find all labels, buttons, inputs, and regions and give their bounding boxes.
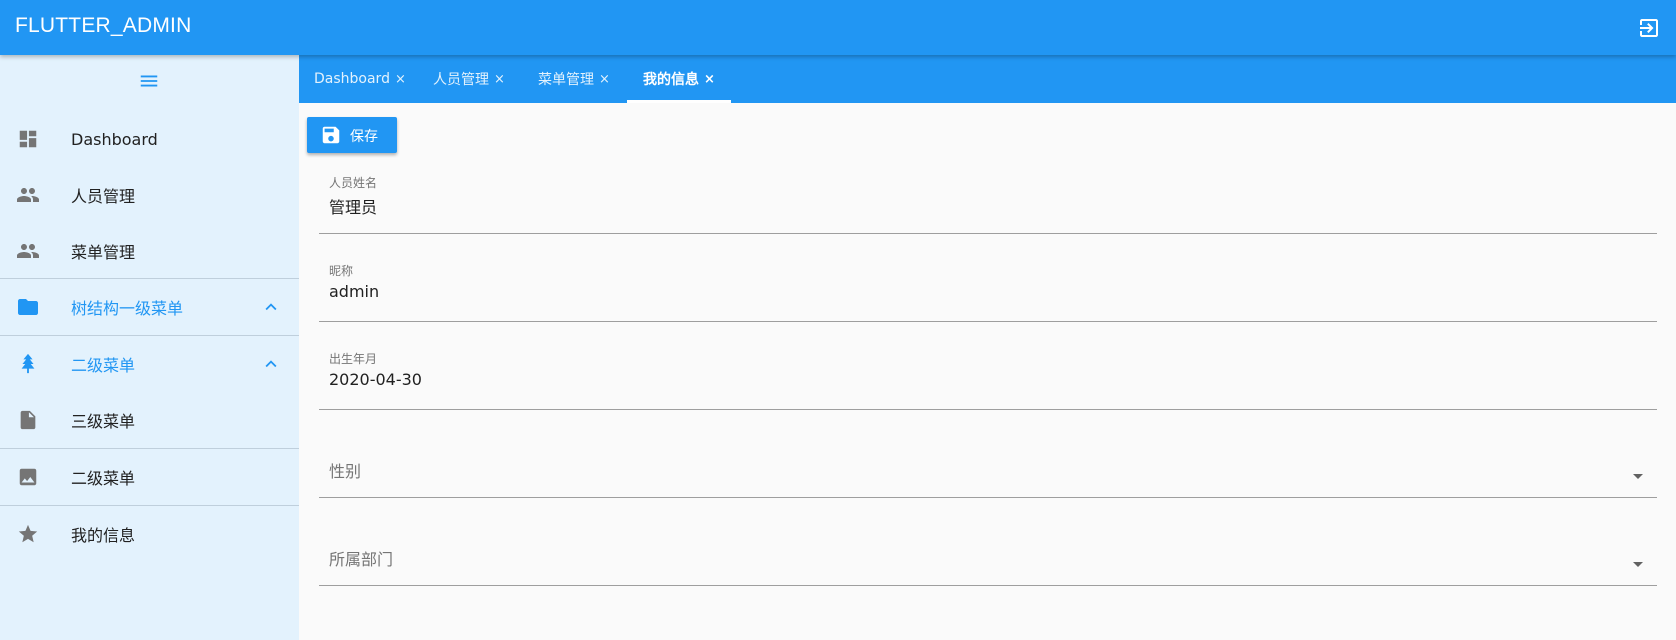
field-label: 出生年月 xyxy=(329,352,378,366)
sidebar-item-label: 人员管理 xyxy=(71,187,136,206)
field-value[interactable]: admin xyxy=(329,282,379,301)
tab-my-info[interactable]: 我的信息 × xyxy=(627,55,731,103)
app-title: FLUTTER_ADMIN xyxy=(15,14,192,37)
sidebar: Dashboard 人员管理 菜单管理 树结构一级菜单 二级菜单 三级菜单 二级… xyxy=(0,55,299,640)
field-value[interactable]: 管理员 xyxy=(329,194,377,218)
app-bar: FLUTTER_ADMIN xyxy=(0,0,1676,55)
department-select[interactable]: 所属部门 xyxy=(319,526,1657,586)
tab-label: 菜单管理 xyxy=(538,72,594,88)
people-icon xyxy=(16,183,40,207)
select-placeholder: 所属部门 xyxy=(329,550,394,569)
sidebar-item-label: 树结构一级菜单 xyxy=(71,299,184,318)
sidebar-item-label: 二级菜单 xyxy=(71,469,136,488)
sidebar-item-level3[interactable]: 三级菜单 xyxy=(0,392,299,448)
tab-label: 我的信息 xyxy=(643,72,699,88)
sidebar-item-label: 二级菜单 xyxy=(71,356,136,375)
chevron-up-icon[interactable] xyxy=(259,295,283,319)
tab-menu-management[interactable]: 菜单管理 × xyxy=(538,55,610,103)
people-icon xyxy=(16,239,40,263)
sidebar-item-my-info[interactable]: 我的信息 xyxy=(0,506,299,562)
nickname-field[interactable]: 昵称 admin xyxy=(319,262,1657,322)
field-value[interactable]: 2020-04-30 xyxy=(329,370,422,389)
sidebar-item-dashboard[interactable]: Dashboard xyxy=(0,111,299,167)
close-icon[interactable]: × xyxy=(704,72,715,87)
star-icon xyxy=(16,522,40,546)
dropdown-arrow-icon[interactable] xyxy=(1633,562,1643,567)
sidebar-item-level2-image[interactable]: 二级菜单 xyxy=(0,449,299,505)
tab-dashboard[interactable]: Dashboard × xyxy=(314,55,406,103)
tab-people[interactable]: 人员管理 × xyxy=(433,55,505,103)
field-label: 昵称 xyxy=(329,264,354,278)
name-field[interactable]: 人员姓名 管理员 xyxy=(319,174,1657,234)
sidebar-item-label: Dashboard xyxy=(71,129,158,149)
select-placeholder: 性别 xyxy=(329,462,362,481)
sidebar-item-label: 我的信息 xyxy=(71,526,136,545)
tree-icon xyxy=(16,352,40,376)
folder-icon xyxy=(16,295,40,319)
save-button-label: 保存 xyxy=(350,129,378,145)
save-icon xyxy=(320,124,342,146)
tab-label: Dashboard xyxy=(314,71,390,87)
image-icon xyxy=(16,465,40,489)
sidebar-item-menu-management[interactable]: 菜单管理 xyxy=(0,223,299,279)
tab-bar: Dashboard × 人员管理 × 菜单管理 × 我的信息 × xyxy=(299,55,1676,103)
sidebar-item-level2[interactable]: 二级菜单 xyxy=(0,336,299,392)
field-label: 人员姓名 xyxy=(329,176,378,190)
gender-select[interactable]: 性别 xyxy=(319,438,1657,498)
menu-icon[interactable] xyxy=(137,69,161,93)
file-icon xyxy=(16,408,40,432)
tab-label: 人员管理 xyxy=(433,72,489,88)
dropdown-arrow-icon[interactable] xyxy=(1633,474,1643,479)
dashboard-icon xyxy=(16,127,40,151)
birth-date-field[interactable]: 出生年月 2020-04-30 xyxy=(319,350,1657,410)
close-icon[interactable]: × xyxy=(494,72,505,87)
close-icon[interactable]: × xyxy=(395,72,406,87)
sidebar-item-people[interactable]: 人员管理 xyxy=(0,167,299,223)
sidebar-item-label: 菜单管理 xyxy=(71,243,136,262)
sidebar-item-tree-level1[interactable]: 树结构一级菜单 xyxy=(0,279,299,335)
chevron-up-icon[interactable] xyxy=(259,352,283,376)
logout-icon[interactable] xyxy=(1636,15,1662,41)
save-button[interactable]: 保存 xyxy=(307,117,397,153)
sidebar-item-label: 三级菜单 xyxy=(71,412,136,431)
close-icon[interactable]: × xyxy=(599,72,610,87)
